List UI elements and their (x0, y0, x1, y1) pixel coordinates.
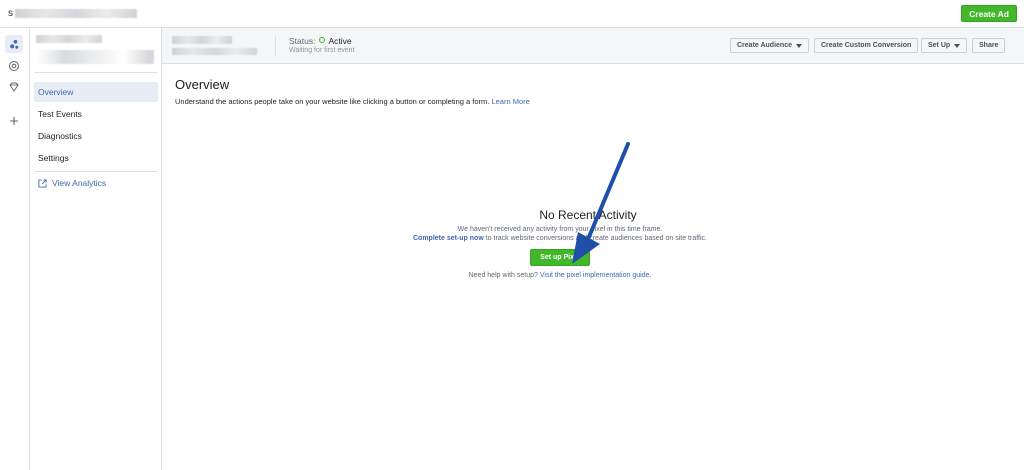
learn-more-link[interactable]: Learn More (491, 97, 529, 106)
icon-rail (0, 28, 30, 470)
diamond-icon (9, 82, 19, 92)
apps-tool-button[interactable] (5, 57, 23, 75)
pixel-icon (9, 39, 18, 49)
nav-settings[interactable]: Settings (34, 148, 158, 168)
status-line: Status: Active (289, 36, 352, 46)
pixel-header: Status: Active Waiting for first event Cr… (162, 28, 1024, 64)
brand-safety-button[interactable] (5, 78, 23, 96)
help-prefix: Need help with setup? (468, 272, 538, 279)
set-up-label: Set Up (928, 42, 951, 49)
pixel-tool-button[interactable] (5, 35, 23, 53)
view-analytics-label: View Analytics (52, 178, 107, 188)
create-custom-conversion-button[interactable]: Create Custom Conversion (814, 38, 919, 53)
pixel-name-redacted (36, 35, 102, 43)
page-title: Overview (175, 77, 230, 92)
nav-test-events[interactable]: Test Events (34, 104, 158, 124)
chevron-down-icon (795, 43, 802, 48)
annotation-arrow (572, 142, 630, 264)
external-link-icon (38, 178, 47, 188)
chevron-down-icon (954, 43, 961, 48)
view-analytics-link[interactable]: View Analytics (34, 173, 158, 193)
status-dot (319, 37, 326, 43)
nav-diagnostics[interactable]: Diagnostics (34, 126, 158, 146)
share-label: Share (979, 42, 999, 49)
status-subtext: Waiting for first event (289, 47, 355, 54)
create-audience-label: Create Audience (737, 42, 792, 49)
account-name-redacted (15, 9, 137, 18)
pixel-title-redacted (172, 36, 232, 44)
pixel-select-redacted[interactable] (36, 50, 154, 64)
implementation-guide-link[interactable]: Visit the pixel implementation guide. (540, 272, 652, 279)
add-source-button[interactable] (5, 112, 23, 130)
plus-icon (10, 117, 18, 125)
page-description-text: Understand the actions people take on yo… (175, 97, 490, 106)
help-line: Need help with setup? Visit the pixel im… (350, 272, 770, 279)
status-value: Active (328, 36, 352, 46)
pixel-id-redacted (172, 48, 257, 55)
settings-icon (9, 61, 19, 71)
side-panel: Overview Test Events Diagnostics Setting… (30, 28, 162, 470)
set-up-button[interactable]: Set Up (921, 38, 968, 53)
page-description: Understand the actions people take on yo… (175, 97, 530, 106)
create-conversion-label: Create Custom Conversion (821, 42, 912, 49)
account-initial: s (8, 8, 13, 19)
nav-overview[interactable]: Overview (34, 82, 158, 102)
complete-setup-link[interactable]: Complete set-up now (413, 235, 484, 242)
top-bar: s Create Ad (0, 0, 1024, 28)
share-button[interactable]: Share (972, 38, 1006, 53)
create-audience-button[interactable]: Create Audience (730, 38, 809, 53)
status-label: Status: (289, 36, 316, 46)
create-ad-button[interactable]: Create Ad (961, 5, 1017, 22)
